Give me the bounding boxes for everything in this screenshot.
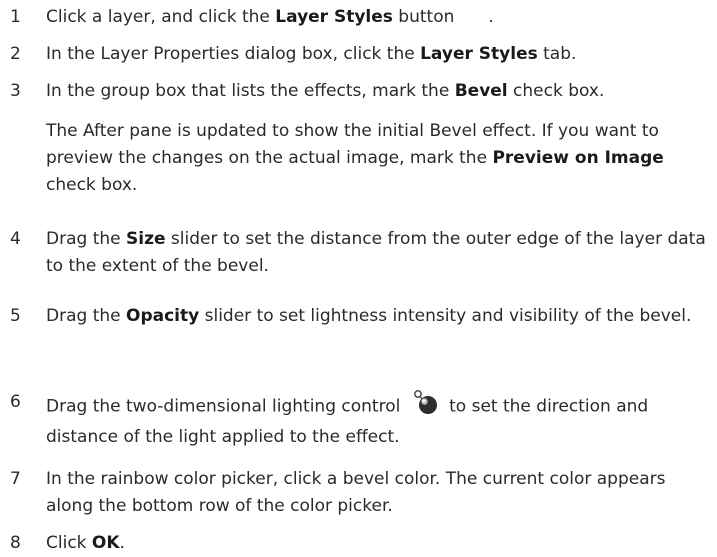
step-text: Drag the two-dimensional lighting contro… xyxy=(46,389,713,451)
step-text-part: . xyxy=(119,533,125,553)
ui-term: Preview on Image xyxy=(492,148,664,168)
step-text-part: Click a layer, and click the xyxy=(46,7,276,27)
step-text-part: tab. xyxy=(537,44,577,64)
step-text-part: check box. xyxy=(507,81,605,101)
ui-term: Layer Styles xyxy=(420,44,538,64)
step-number: 7 xyxy=(10,469,21,489)
step-text: In the group box that lists the effects,… xyxy=(46,78,713,105)
layer-styles-icon xyxy=(454,7,488,27)
ui-term: Opacity xyxy=(126,306,200,326)
step-text: Drag the Size slider to set the distance… xyxy=(46,226,713,280)
step-text-part: In the rainbow color picker, click a bev… xyxy=(46,469,666,516)
step-text-part: Drag the xyxy=(46,306,126,326)
step-number: 8 xyxy=(10,533,21,553)
step-number: 1 xyxy=(10,7,21,27)
step-number: 6 xyxy=(10,392,21,412)
ui-term: Layer Styles xyxy=(275,7,393,27)
step-text-part: Drag the xyxy=(46,229,126,249)
step-number: 2 xyxy=(10,44,21,64)
step-text: In the Layer Properties dialog box, clic… xyxy=(46,41,713,68)
step-number: 5 xyxy=(10,306,21,326)
step-number: 3 xyxy=(10,81,21,101)
step-text-part: In the group box that lists the effects,… xyxy=(46,81,455,101)
note-text-part: check box. xyxy=(46,175,138,195)
step-text-part: button xyxy=(392,7,455,27)
instructions-page: 1 Click a layer, and click the Layer Sty… xyxy=(0,0,717,557)
step-text-part: slider to set lightness intensity and vi… xyxy=(199,306,692,326)
step-text: In the rainbow color picker, click a bev… xyxy=(46,466,713,520)
ui-term: Size xyxy=(126,229,166,249)
ui-term: OK xyxy=(91,533,120,553)
lighting-control-icon xyxy=(408,389,442,424)
step-text-part: Drag the two-dimensional lighting contro… xyxy=(46,396,406,417)
step-text-part: . xyxy=(488,7,494,27)
step-text: Click a layer, and click the Layer Style… xyxy=(46,4,713,31)
step-3-note: The After pane is updated to show the in… xyxy=(46,118,713,199)
step-number: 4 xyxy=(10,229,21,249)
step-text: Click OK. xyxy=(46,530,713,557)
step-text: Drag the Opacity slider to set lightness… xyxy=(46,303,713,330)
step-text-part: Click xyxy=(46,533,92,553)
ui-term: Bevel xyxy=(454,81,508,101)
step-text-part: In the Layer Properties dialog box, clic… xyxy=(46,44,421,64)
